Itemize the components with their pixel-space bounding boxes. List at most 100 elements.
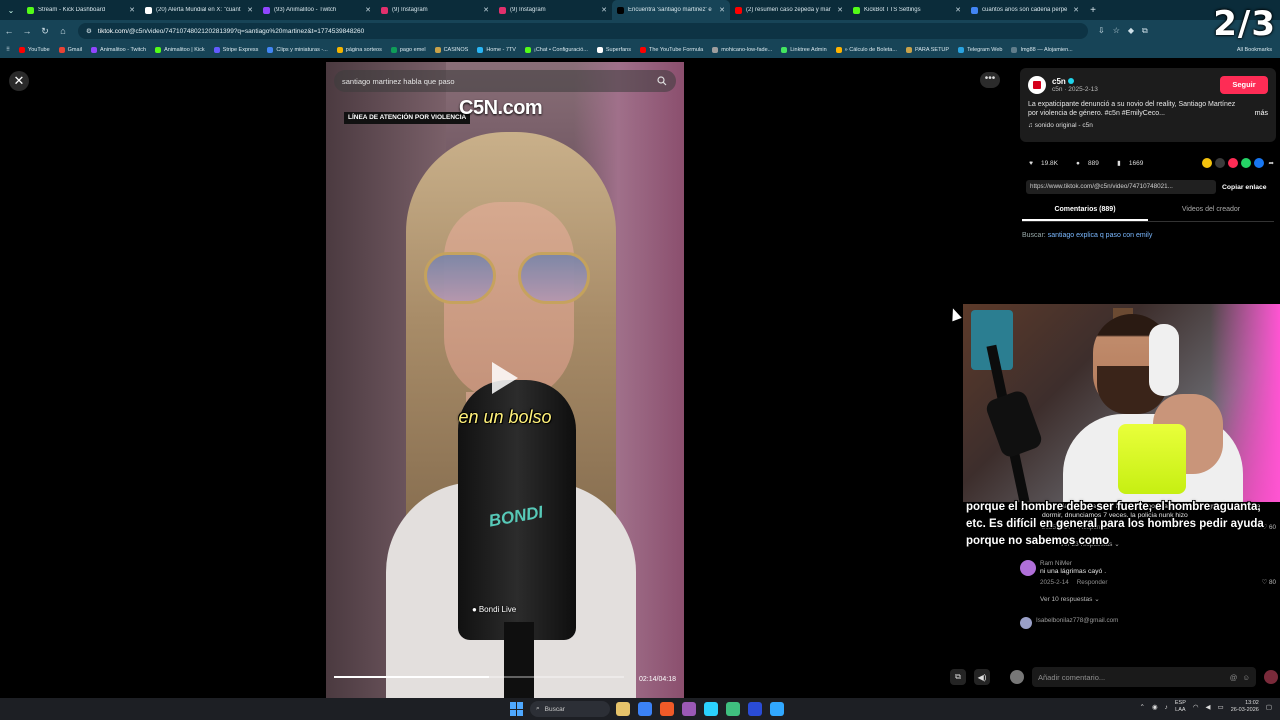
bookmark-item[interactable]: Animalitoo - Twitch [91, 47, 146, 53]
panel-tab[interactable]: Videos del creador [1148, 206, 1274, 221]
tab-close-icon[interactable]: ✕ [247, 6, 253, 14]
speaker-icon[interactable]: ◀ [1206, 703, 1211, 711]
bookmark-item[interactable]: ¡Chat • Configuració... [524, 47, 588, 53]
picture-in-picture-icon[interactable]: ⧉ [950, 669, 966, 685]
taskbar-app-icon[interactable] [726, 702, 740, 716]
mic-icon[interactable]: ♪ [1165, 704, 1168, 711]
tab-close-icon[interactable]: ✕ [955, 6, 961, 14]
commenter-name[interactable]: Ram NiMer [1040, 560, 1276, 567]
apps-grid-icon[interactable]: ⠿ [6, 47, 10, 53]
tab-close-icon[interactable]: ✕ [365, 6, 371, 14]
bookmark-item[interactable]: The YouTube Formula [639, 47, 703, 53]
bookmark-item[interactable]: CASINOS [434, 47, 468, 53]
more-options-icon[interactable]: ••• [980, 72, 1000, 88]
taskbar-app-icon[interactable] [638, 702, 652, 716]
browser-tab[interactable]: Encuentra 'santiago martinez' e ✕ [612, 0, 730, 20]
reply-button[interactable]: Responder [1077, 579, 1108, 586]
share-arrow-icon[interactable]: ➦ [1269, 159, 1274, 167]
video-player[interactable]: BONDI santiago martinez habla que paso L… [326, 62, 684, 698]
start-icon[interactable] [510, 702, 524, 716]
browser-tab[interactable]: Stream - Kick Dashboard ✕ [22, 0, 140, 20]
back-icon[interactable]: ← [0, 26, 18, 36]
video-progress-bar[interactable] [334, 676, 624, 678]
bookmark-item[interactable]: Gmail [58, 47, 82, 53]
close-icon[interactable]: ✕ [9, 71, 29, 91]
extensions-puzzle-icon[interactable]: ⧉ [1142, 26, 1148, 36]
tab-close-icon[interactable]: ✕ [1073, 6, 1079, 14]
tab-close-icon[interactable]: ✕ [483, 6, 489, 14]
taskbar-app-icon[interactable] [660, 702, 674, 716]
mention-icon[interactable]: @ [1230, 673, 1238, 682]
share-target-icon[interactable] [1253, 158, 1264, 168]
tab-close-icon[interactable]: ✕ [837, 6, 843, 14]
address-bar[interactable]: ⚙ tiktok.com/@c5n/video/7471074802120281… [78, 23, 1088, 39]
tab-search-icon[interactable]: ⌄ [0, 6, 22, 15]
volume-icon[interactable]: ◀) [974, 669, 990, 685]
author-avatar[interactable] [1028, 76, 1046, 94]
notification-icon[interactable]: ▢ [1266, 703, 1272, 711]
commenter-avatar[interactable] [1020, 559, 1036, 576]
bookmark-item[interactable]: mohicano-low-fade... [712, 47, 772, 53]
wifi-icon[interactable]: ◠ [1193, 703, 1199, 711]
all-bookmarks[interactable]: All Bookmarks [1237, 47, 1272, 53]
browser-tab[interactable]: (2) resumen caso zepeda y mar ✕ [730, 0, 848, 20]
home-icon[interactable]: ⌂ [54, 26, 72, 36]
author-name[interactable]: c5n [1052, 77, 1098, 86]
bookmark-item[interactable]: Linktree Admin [781, 47, 827, 53]
battery-icon[interactable]: ▭ [1218, 703, 1224, 711]
taskbar-app-icon[interactable] [704, 702, 718, 716]
tab-close-icon[interactable]: ✕ [129, 6, 135, 14]
browser-tab[interactable]: (9) Instagram ✕ [494, 0, 612, 20]
copy-link-button[interactable]: Copiar enlace [1222, 184, 1267, 191]
share-target-icon[interactable] [1201, 158, 1212, 168]
video-search-bar[interactable]: santiago martinez habla que paso [334, 70, 676, 92]
comment-input[interactable]: Añadir comentario... @ ☺ [1032, 667, 1256, 687]
send-icon[interactable] [1264, 670, 1278, 684]
bookmark-item[interactable]: Animalitoo | Kick [155, 47, 205, 53]
play-icon[interactable] [492, 362, 518, 394]
taskbar-search[interactable]: ⌕ Buscar [530, 701, 610, 717]
bookmark-item[interactable]: YouTube [19, 47, 50, 53]
heart-icon[interactable]: ♥ [1026, 158, 1036, 168]
taskbar-app-icon[interactable] [748, 702, 762, 716]
comment-likes[interactable]: ♡ 80 [1262, 579, 1276, 586]
bookmark-star-icon[interactable]: ☆ [1113, 26, 1120, 36]
chevron-up-icon[interactable]: ⌃ [1139, 703, 1144, 711]
follow-button[interactable]: Seguir [1220, 76, 1268, 94]
bookmark-item[interactable]: pago emel [390, 47, 426, 53]
browser-tab[interactable]: (20) Alerta Mundial en X: "cuant ✕ [140, 0, 258, 20]
extension-icon[interactable]: ◆ [1128, 26, 1134, 36]
share-target-icon[interactable] [1227, 158, 1238, 168]
video-link[interactable]: https://www.tiktok.com/@c5n/video/747107… [1026, 180, 1216, 194]
bookmark-item[interactable]: PARA SETUP [905, 47, 949, 53]
language-indicator[interactable]: ESP LAA [1175, 700, 1186, 714]
more-link[interactable]: más [1255, 109, 1268, 118]
commenter-name[interactable]: Isabelbonilaz778@gmail.com [1036, 617, 1276, 624]
browser-tab[interactable]: (9) Instagram ✕ [376, 0, 494, 20]
view-replies-button[interactable]: Ver 10 respuestas ⌄ [1040, 595, 1276, 603]
taskbar-app-icon[interactable] [682, 702, 696, 716]
bookmark-item[interactable]: Telegram Web [958, 47, 1002, 53]
reload-icon[interactable]: ↻ [36, 26, 54, 37]
bookmark-item[interactable]: página sorteos [336, 47, 382, 53]
emoji-icon[interactable]: ☺ [1242, 673, 1250, 682]
bookmark-item[interactable]: Img88 — Alojamien... [1011, 47, 1073, 53]
browser-tab[interactable]: cuantos años son cadena perpe ✕ [966, 0, 1084, 20]
tab-close-icon[interactable]: ✕ [719, 6, 725, 14]
site-info-icon[interactable]: ⚙ [86, 27, 92, 35]
comment-icon[interactable]: ● [1073, 158, 1083, 168]
tab-close-icon[interactable]: ✕ [601, 6, 607, 14]
bookmark-icon[interactable]: ▮ [1114, 158, 1124, 168]
share-target-icon[interactable] [1240, 158, 1251, 168]
panel-tab[interactable]: Comentarios (889) [1022, 206, 1148, 221]
network-icon[interactable]: ◉ [1152, 703, 1158, 711]
bookmark-item[interactable]: Superfans [596, 47, 631, 53]
browser-tab[interactable]: (93) Animalitoo - Twitch ✕ [258, 0, 376, 20]
install-icon[interactable]: ⇩ [1098, 26, 1105, 36]
taskbar-app-icon[interactable] [616, 702, 630, 716]
bookmark-item[interactable]: Clips y miniaturas -... [267, 47, 328, 53]
new-tab-button[interactable]: + [1084, 5, 1102, 16]
share-target-icon[interactable] [1214, 158, 1225, 168]
bookmark-item[interactable]: » Cálculo de Boleta... [835, 47, 897, 53]
sound-link[interactable]: ♫ sonido original - c5n [1028, 122, 1268, 129]
